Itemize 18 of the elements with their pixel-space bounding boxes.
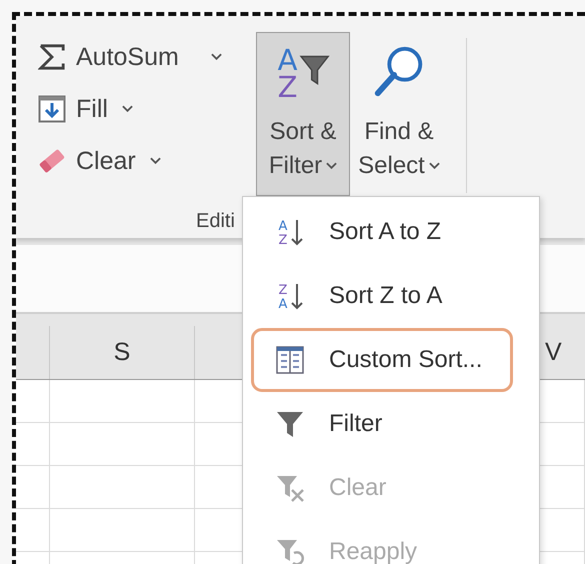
ribbon-button[interactable]: AutoSum: [34, 38, 226, 76]
menu-item[interactable]: Z A Sort Z to A: [251, 264, 513, 328]
clear-filter-icon: [275, 473, 305, 503]
ribbon-button[interactable]: Fill: [34, 90, 137, 128]
menu-item[interactable]: Custom Sort...: [251, 328, 513, 392]
ribbon-button[interactable]: A Z Sort & Filter: [256, 32, 350, 196]
reapply-filter-icon: [275, 537, 305, 564]
fill-down-icon: [38, 95, 66, 123]
menu-item[interactable]: A Z Sort A to Z: [251, 200, 513, 264]
custom-sort-icon: [275, 345, 305, 375]
ribbon-button[interactable]: Find & Select: [352, 32, 446, 196]
column-header[interactable]: S: [114, 338, 130, 367]
column-header[interactable]: V: [545, 338, 562, 367]
sigma-icon: [38, 43, 66, 71]
group-label: Editi: [196, 210, 235, 233]
ribbon-button[interactable]: Clear: [34, 142, 165, 180]
filter-icon: [275, 409, 305, 439]
menu-item[interactable]: Filter: [251, 392, 513, 456]
